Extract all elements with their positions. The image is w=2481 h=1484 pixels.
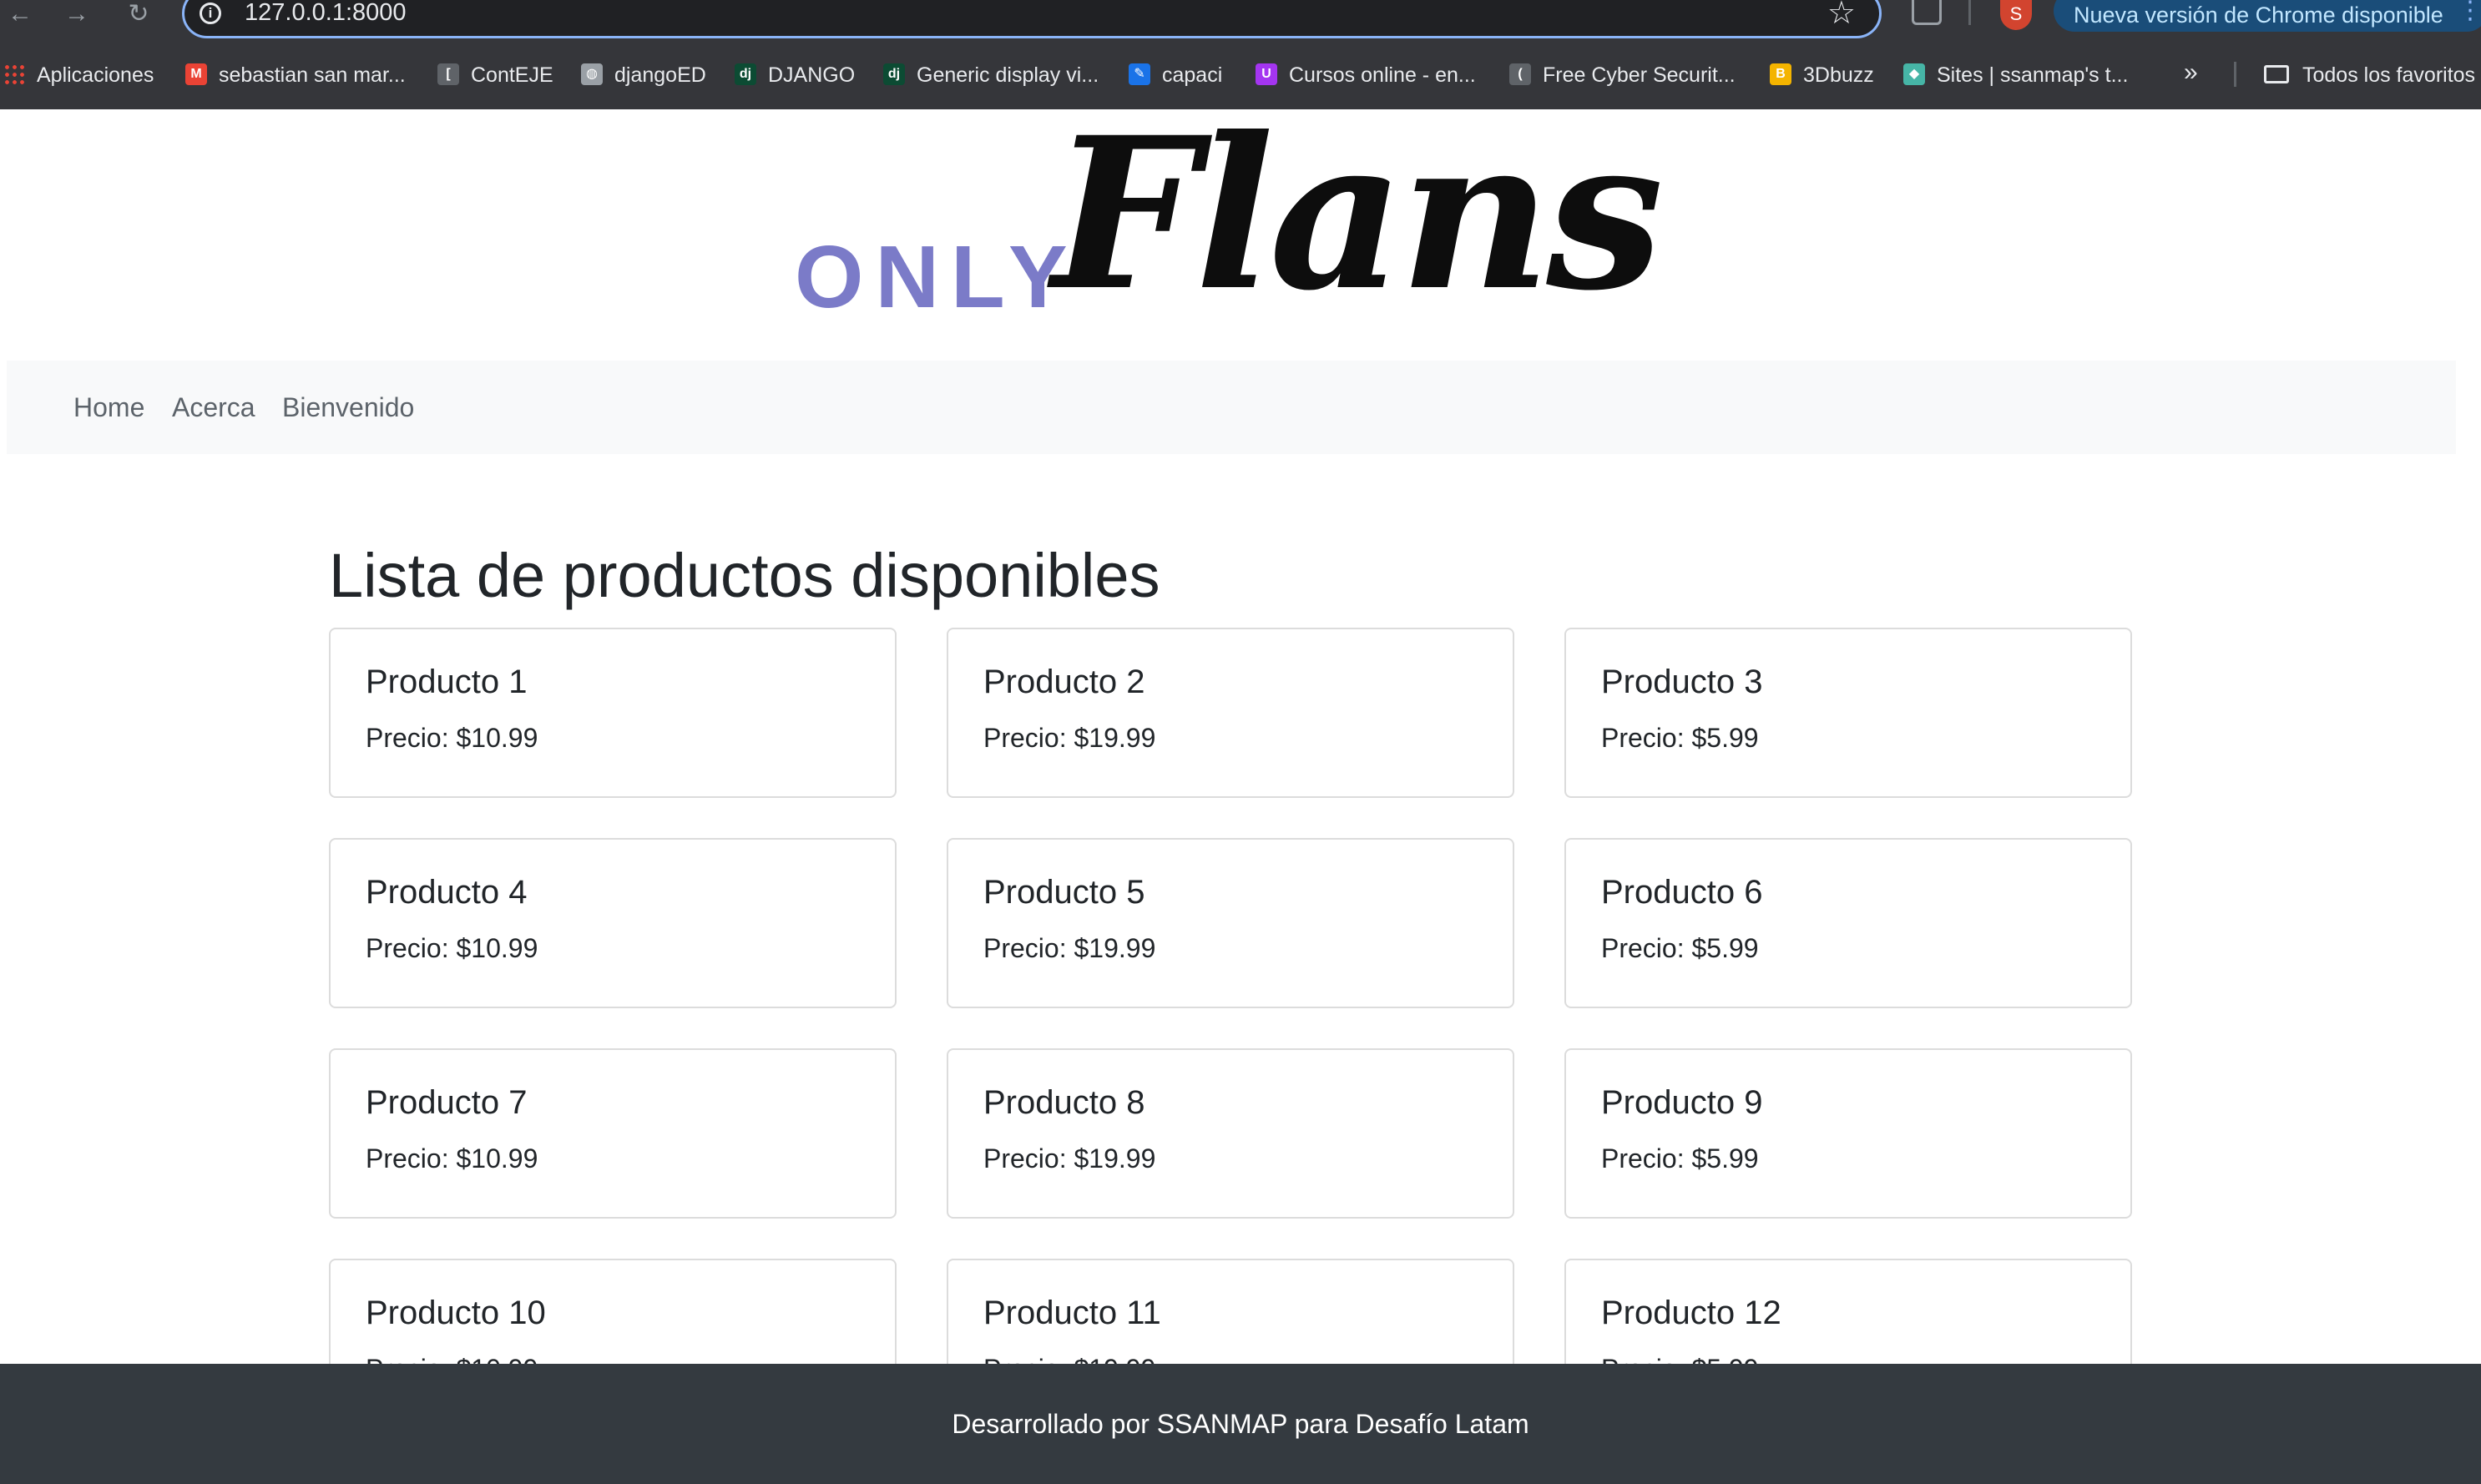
sites-icon: ◆ xyxy=(1903,63,1925,86)
logo-flans-text: Flans xyxy=(1052,91,1664,336)
product-price: Precio: $10.99 xyxy=(366,1143,538,1174)
gmail-icon: M xyxy=(185,63,207,86)
bookmark-generic-display[interactable]: dj Generic display vi... xyxy=(883,60,1099,90)
bookmark-label: Free Cyber Securit... xyxy=(1543,63,1736,87)
edit-icon: ✎ xyxy=(1129,63,1150,86)
site-info-icon[interactable]: i xyxy=(200,3,221,24)
chrome-update-button[interactable]: Nueva versión de Chrome disponible xyxy=(2054,0,2481,32)
bookmark-label: ContEJE xyxy=(471,63,553,87)
bookmark-3dbuzz[interactable]: B 3Dbuzz xyxy=(1770,60,1874,90)
bookmark-djangoed[interactable]: ◍ djangoED xyxy=(581,60,706,90)
product-card: Producto 1 Precio: $10.99 xyxy=(329,628,897,798)
logo-only-text: ONLY xyxy=(795,228,1079,326)
product-card: Producto 7 Precio: $10.99 xyxy=(329,1048,897,1219)
product-card: Producto 9 Precio: $5.99 xyxy=(1564,1048,2132,1219)
product-name: Producto 10 xyxy=(366,1295,546,1331)
bookmark-label: capaci xyxy=(1162,63,1223,87)
bookmark-gmail[interactable]: Msebastian san mar... xyxy=(185,60,406,90)
bookmark-label: Aplicaciones xyxy=(37,63,154,87)
django-icon: dj xyxy=(883,63,905,86)
bookmark-capaci[interactable]: ✎ capaci xyxy=(1129,60,1222,90)
footer-text: Desarrollado por SSANMAP para Desafío La… xyxy=(952,1409,1529,1439)
bookmark-label: DJANGO xyxy=(768,63,856,87)
site-logo: ONLY Flans xyxy=(793,91,1678,347)
bookmark-conteje[interactable]: [ ContEJE xyxy=(437,60,553,90)
product-card: Producto 5 Precio: $19.99 xyxy=(947,838,1514,1008)
product-name: Producto 7 xyxy=(366,1084,528,1121)
bookmark-label: sebastian san mar... xyxy=(219,63,406,87)
nav-link-acerca[interactable]: Acerca xyxy=(172,391,255,424)
navbar: Home Acerca Bienvenido xyxy=(7,361,2456,454)
profile-avatar[interactable]: S xyxy=(2000,0,2032,30)
page-title: Lista de productos disponibles xyxy=(329,541,1160,610)
globe-icon: ◍ xyxy=(581,63,603,86)
reload-icon[interactable]: ↻ xyxy=(122,0,155,28)
bookmark-label: Todos los favoritos xyxy=(2302,63,2476,87)
bookmark-label: 3Dbuzz xyxy=(1803,63,1874,87)
product-price: Precio: $5.99 xyxy=(1601,1143,1759,1174)
product-name: Producto 5 xyxy=(983,874,1145,911)
address-bar[interactable]: i 127.0.0.1:8000 ☆ xyxy=(182,0,1882,38)
kebab-menu-icon[interactable]: ⋮ xyxy=(2458,0,2481,28)
product-name: Producto 4 xyxy=(366,874,528,911)
extensions-icon[interactable] xyxy=(1912,0,1942,25)
footer: Desarrollado por SSANMAP para Desafío La… xyxy=(0,1364,2481,1484)
bookmark-label: djangoED xyxy=(614,63,706,87)
product-price: Precio: $19.99 xyxy=(983,1143,1156,1174)
bookmark-free-cyber[interactable]: ( Free Cyber Securit... xyxy=(1509,60,1736,90)
bookmark-label: Cursos online - en... xyxy=(1289,63,1476,87)
product-name: Producto 8 xyxy=(983,1084,1145,1121)
django-icon: dj xyxy=(735,63,756,86)
product-price: Precio: $5.99 xyxy=(1601,933,1759,963)
toolbar-divider xyxy=(1968,0,1971,25)
apps-grid-icon xyxy=(3,63,25,86)
bookmark-django[interactable]: dj DJANGO xyxy=(735,60,855,90)
product-card: Producto 6 Precio: $5.99 xyxy=(1564,838,2132,1008)
product-card: Producto 8 Precio: $19.99 xyxy=(947,1048,1514,1219)
nav-link-home[interactable]: Home xyxy=(73,391,144,424)
product-price: Precio: $10.99 xyxy=(366,723,538,753)
bookmark-star-icon[interactable]: ☆ xyxy=(1827,0,1856,32)
bookmark-aplicaciones[interactable]: Aplicaciones xyxy=(3,60,154,90)
bookmark-todos-los-favoritos[interactable]: Todos los favoritos xyxy=(2264,60,2475,90)
bookmark-label: Sites | ssanmap's t... xyxy=(1937,63,2129,87)
browser-toolbar: ← → ↻ i 127.0.0.1:8000 ☆ S Nueva versión… xyxy=(0,0,2481,48)
product-name: Producto 6 xyxy=(1601,874,1763,911)
product-price: Precio: $19.99 xyxy=(983,723,1156,753)
product-name: Producto 3 xyxy=(1601,664,1763,700)
back-arrow-icon[interactable]: ← xyxy=(3,0,37,28)
product-card: Producto 4 Precio: $10.99 xyxy=(329,838,897,1008)
page-icon: [ xyxy=(437,63,459,86)
bookmarks-overflow-icon[interactable]: » xyxy=(2184,58,2198,87)
product-price: Precio: $19.99 xyxy=(983,933,1156,963)
product-card: Producto 3 Precio: $5.99 xyxy=(1564,628,2132,798)
bookmark-label: Generic display vi... xyxy=(917,63,1099,87)
product-name: Producto 1 xyxy=(366,664,528,700)
product-name: Producto 9 xyxy=(1601,1084,1763,1121)
bookmark-cursos-online[interactable]: U Cursos online - en... xyxy=(1256,60,1476,90)
nav-link-bienvenido[interactable]: Bienvenido xyxy=(282,391,414,424)
bookmarks-divider xyxy=(2234,62,2236,87)
product-card: Producto 2 Precio: $19.99 xyxy=(947,628,1514,798)
product-name: Producto 2 xyxy=(983,664,1145,700)
forward-arrow-icon[interactable]: → xyxy=(60,0,93,28)
product-name: Producto 11 xyxy=(983,1295,1161,1331)
udemy-icon: U xyxy=(1256,63,1277,86)
folder-icon xyxy=(2264,65,2289,84)
product-price: Precio: $10.99 xyxy=(366,933,538,963)
buzz-icon: B xyxy=(1770,63,1791,86)
product-price: Precio: $5.99 xyxy=(1601,723,1759,753)
product-name: Producto 12 xyxy=(1601,1295,1781,1331)
cyber-icon: ( xyxy=(1509,63,1531,86)
address-url[interactable]: 127.0.0.1:8000 xyxy=(245,0,407,27)
bookmark-sites[interactable]: ◆ Sites | ssanmap's t... xyxy=(1903,60,2128,90)
